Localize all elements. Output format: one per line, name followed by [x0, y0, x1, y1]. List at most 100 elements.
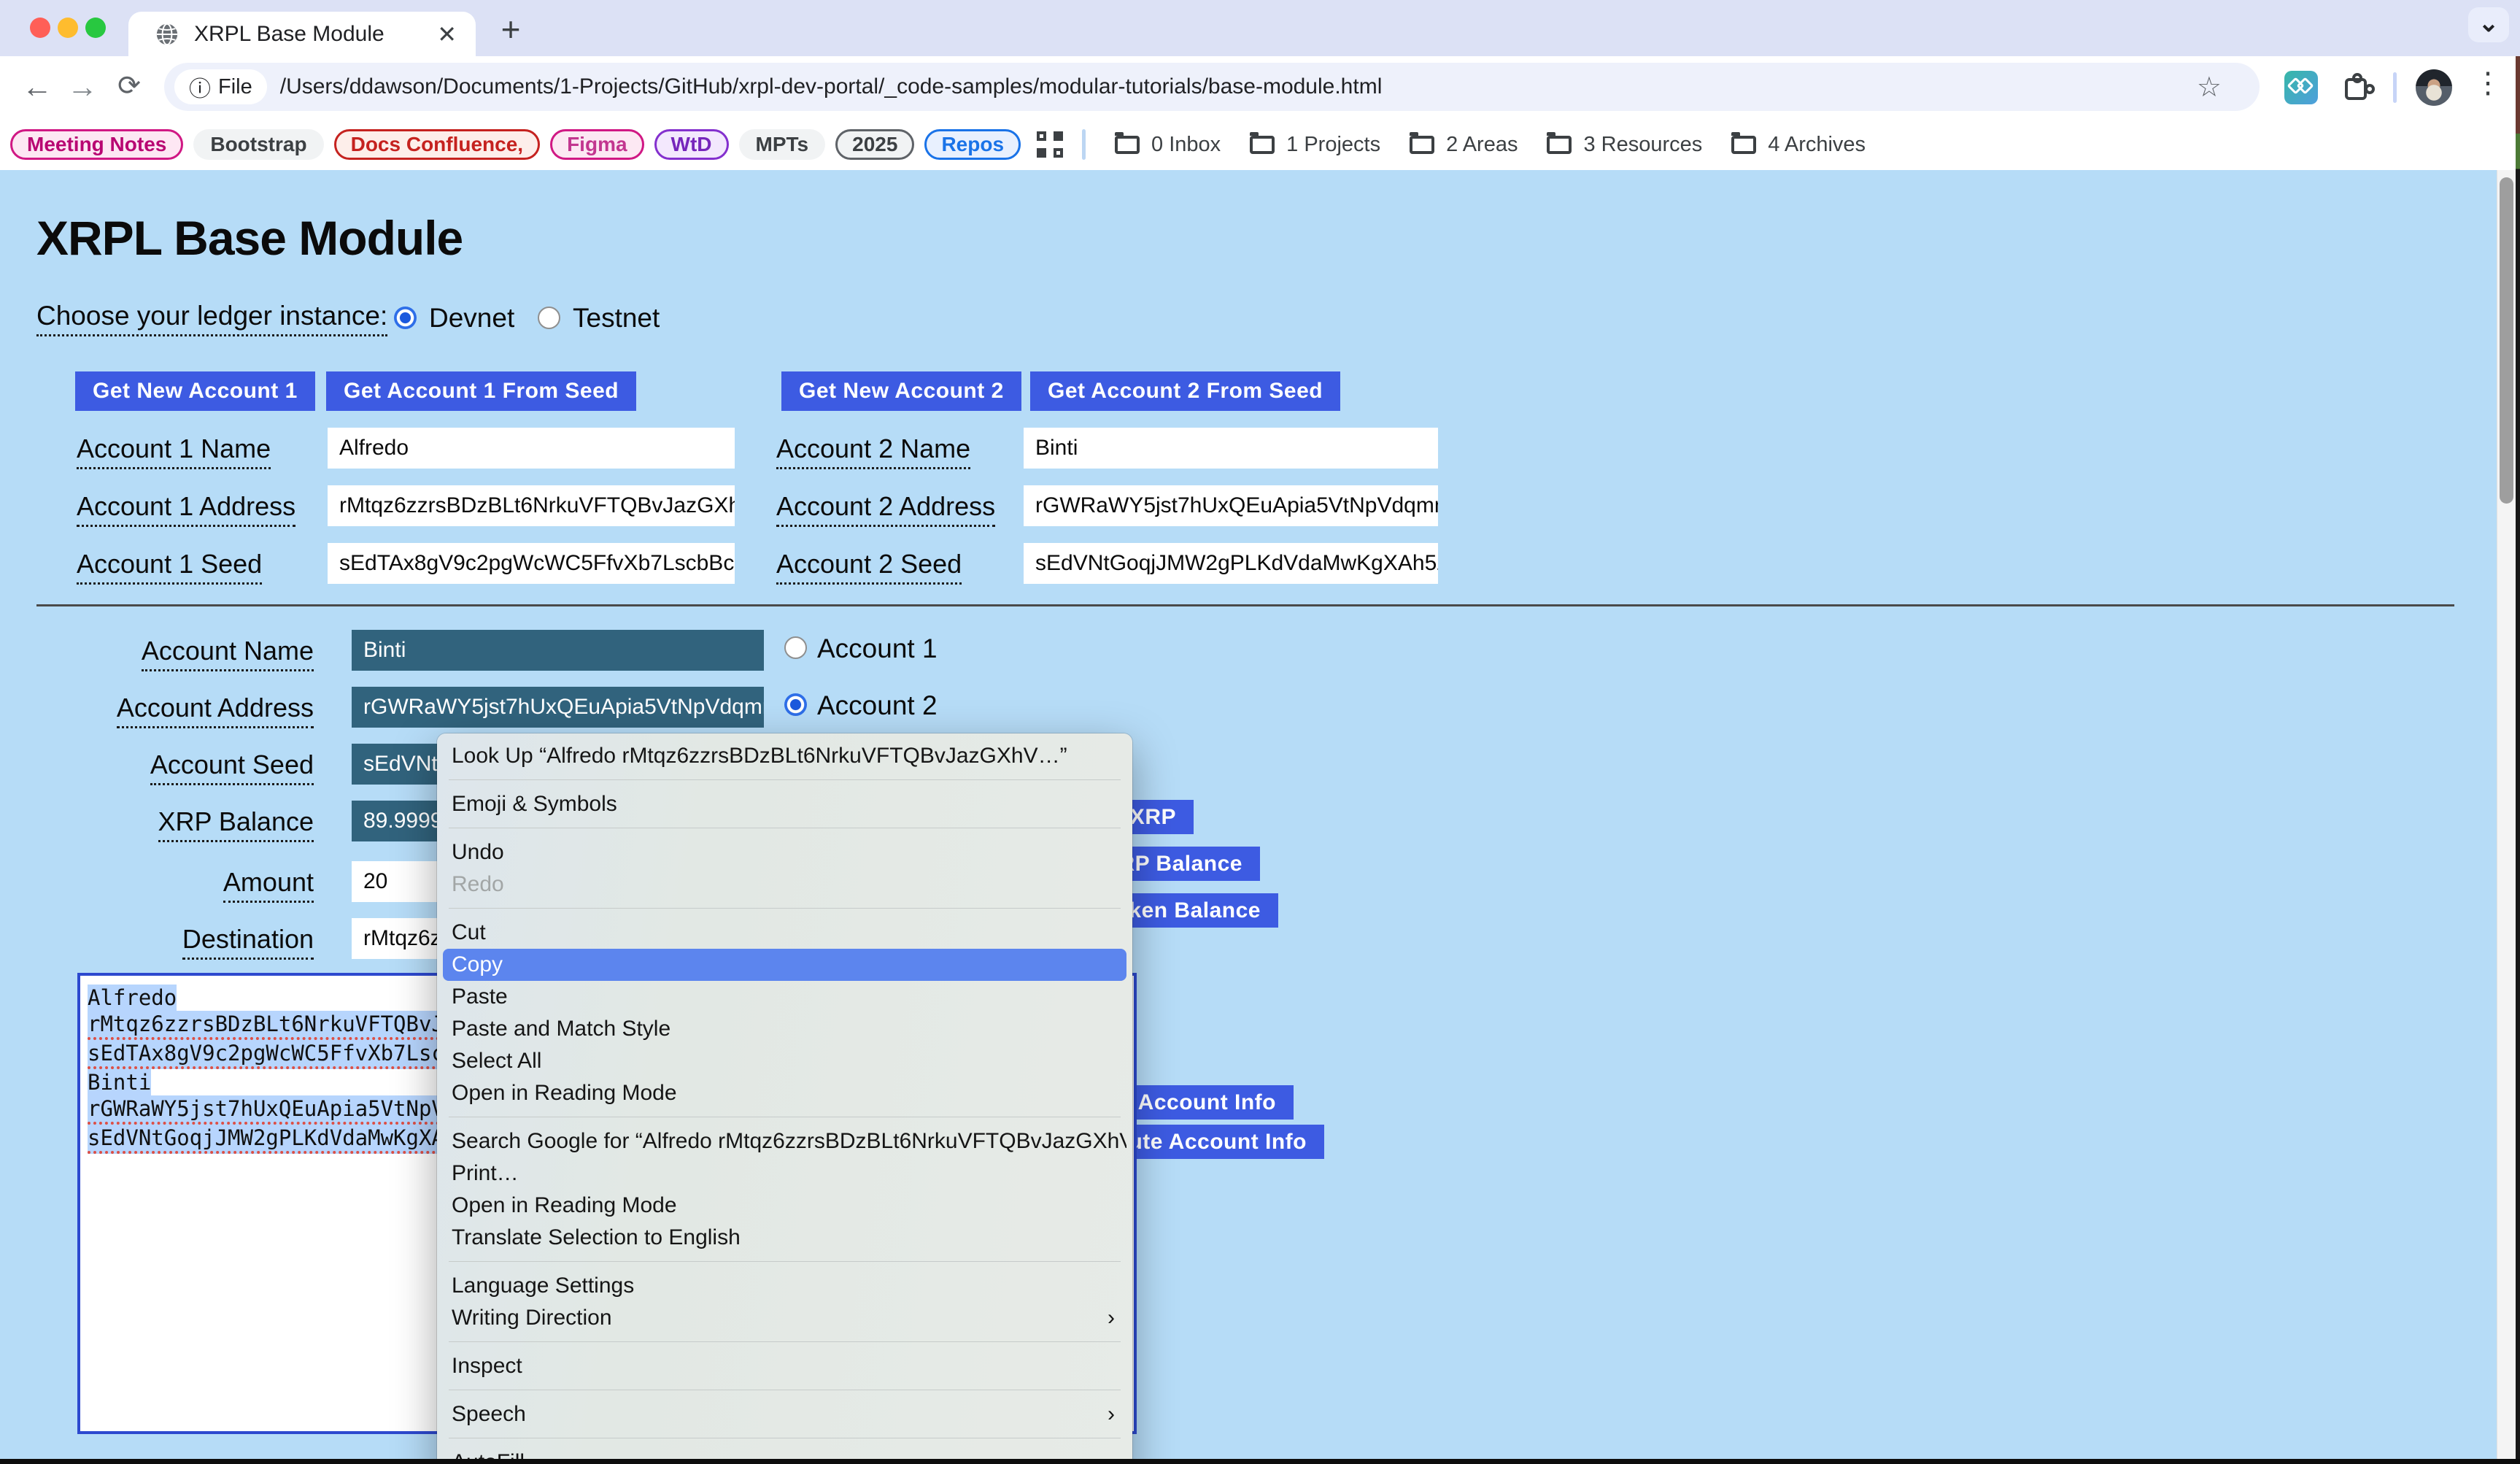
bookmark-folder-label: 4 Archives [1768, 133, 1866, 157]
radio-account-1-label: Account 1 [817, 633, 938, 664]
profile-avatar[interactable] [2416, 69, 2452, 106]
account-seed-input-2[interactable]: sEdVNtGoqjJMW2gPLKdVdaMwKgXAh5z [1024, 543, 1438, 584]
menu-item-language-settings[interactable]: Language Settings [443, 1270, 1126, 1302]
menu-item-translate-selection-to-english[interactable]: Translate Selection to English [443, 1222, 1126, 1254]
menu-item-open-in-reading-mode[interactable]: Open in Reading Mode [443, 1077, 1126, 1109]
account-name-field[interactable]: Binti [352, 630, 764, 671]
account-seed-input-1[interactable]: sEdTAx8gV9c2pgWcWC5FfvXb7LscbBc [328, 543, 735, 584]
selected-text: Alfredo [88, 985, 177, 1011]
amount-label: Amount [73, 867, 314, 898]
tab-title: XRPL Base Module [194, 22, 437, 47]
url-scheme-label: File [218, 75, 252, 99]
menu-item-print[interactable]: Print… [443, 1157, 1126, 1190]
account-address-input-2[interactable]: rGWRaWY5jst7hUxQEuApia5VtNpVdqmmvM [1024, 485, 1438, 526]
radio-account-2[interactable] [784, 693, 807, 716]
bookmark-pill[interactable]: Repos [924, 129, 1021, 160]
menu-item-copy[interactable]: Copy [443, 949, 1126, 981]
account-address-label-1: Account 1 Address [77, 491, 295, 522]
address-bar[interactable]: ⓘ File /Users/ddawson/Documents/1-Projec… [164, 63, 2260, 111]
menu-divider [449, 779, 1121, 780]
menu-item-writing-direction[interactable]: Writing Direction› [443, 1302, 1126, 1334]
page-title: XRPL Base Module [36, 210, 463, 266]
browser-tab[interactable]: XRPL Base Module ✕ [128, 12, 476, 56]
pinned-extension-icon[interactable] [2284, 71, 2318, 104]
tab-groups-grid-icon[interactable] [1037, 131, 1063, 158]
bookmark-folder-label: 2 Areas [1446, 133, 1518, 157]
reload-icon[interactable]: ⟳ [111, 69, 147, 102]
bookmark-folder[interactable]: 1 Projects [1250, 133, 1380, 157]
get-account-button[interactable]: Get New Account 1 [75, 371, 315, 411]
context-menu: Look Up “Alfredo rMtqz6zzrsBDzBLt6NrkuVF… [437, 733, 1132, 1464]
radio-account-1[interactable] [784, 636, 807, 659]
bookmark-pills: Meeting Notes Bootstrap Docs Confluence, Fi… [0, 129, 1021, 160]
radio-testnet-label: Testnet [573, 303, 660, 334]
radio-devnet[interactable] [394, 307, 417, 329]
account-name-input-1[interactable]: Alfredo [328, 428, 735, 469]
submenu-chevron-icon: › [1108, 1302, 1115, 1334]
folder-icon [1250, 136, 1275, 154]
browser-menu-icon[interactable]: ⋮ [2473, 66, 2502, 100]
screen-bottom-edge [0, 1459, 2520, 1464]
menu-divider [449, 1341, 1121, 1342]
bookmark-pill[interactable]: Figma [550, 129, 643, 160]
account-name-input-2[interactable]: Binti [1024, 428, 1438, 469]
bookmark-folder-label: 3 Resources [1583, 133, 1702, 157]
folder-icon [1410, 136, 1434, 154]
close-window-button[interactable] [30, 18, 50, 38]
account-address-field[interactable]: rGWRaWY5jst7hUxQEuApia5VtNpVdqmmvM [352, 687, 764, 728]
menu-item-undo[interactable]: Undo [443, 836, 1126, 868]
new-tab-button[interactable]: + [490, 10, 531, 51]
bookmark-pill[interactable]: MPTs [739, 129, 826, 160]
menu-item-open-in-reading-mode[interactable]: Open in Reading Mode [443, 1190, 1126, 1222]
bookmark-folder[interactable]: 2 Areas [1410, 133, 1518, 157]
tab-overflow-chevron-icon[interactable]: ⌄ [2468, 7, 2509, 42]
forward-icon[interactable]: → [64, 69, 101, 104]
radio-testnet[interactable] [538, 307, 560, 329]
background-window-sliver [2516, 56, 2520, 1464]
account-name-label: Account Name [73, 636, 314, 666]
bookmark-star-icon[interactable]: ☆ [2197, 71, 2222, 104]
scrollbar-thumb[interactable] [2500, 177, 2513, 504]
bookmark-pill[interactable]: 2025 [835, 129, 914, 160]
close-tab-icon[interactable]: ✕ [437, 20, 457, 48]
xrp-balance-label: XRP Balance [73, 806, 314, 837]
get-account-button[interactable]: Get Account 1 From Seed [326, 371, 636, 411]
menu-item-search-google-for-alfredo-rmtqz6zzrsbdzb[interactable]: Search Google for “Alfredo rMtqz6zzrsBDz… [443, 1125, 1126, 1157]
globe-favicon [155, 22, 179, 47]
bookmark-pill[interactable]: WtD [654, 129, 729, 160]
selected-text: sEdVNtGoqjJMW2gPLKdVdaMwKgXAh5z [88, 1125, 482, 1154]
url-text[interactable]: /Users/ddawson/Documents/1-Projects/GitH… [280, 74, 1383, 99]
menu-item-paste[interactable]: Paste [443, 981, 1126, 1013]
bookmark-pill[interactable]: Meeting Notes [10, 129, 183, 160]
account-address-label-2: Account 2 Address [776, 491, 995, 522]
minimize-window-button[interactable] [58, 18, 78, 38]
back-icon[interactable]: ← [19, 69, 55, 104]
menu-item-emoji-symbols[interactable]: Emoji & Symbols [443, 788, 1126, 820]
bookmarks-bar: Meeting Notes Bootstrap Docs Confluence, Fi… [0, 119, 2520, 170]
radio-account-2-label: Account 2 [817, 690, 938, 721]
menu-item-select-all[interactable]: Select All [443, 1045, 1126, 1077]
bookmark-pill[interactable]: Docs Confluence, [334, 129, 540, 160]
menu-item-speech[interactable]: Speech› [443, 1398, 1126, 1430]
get-account-button[interactable]: Get New Account 2 [781, 371, 1021, 411]
bookmark-pill[interactable]: Bootstrap [193, 129, 323, 160]
menu-item-look-up-alfredo-rmtqz6zzrsbdzblt6nrkuvft[interactable]: Look Up “Alfredo rMtqz6zzrsBDzBLt6NrkuVF… [443, 740, 1126, 772]
menu-divider [449, 1261, 1121, 1262]
bookmark-folder[interactable]: 0 Inbox [1115, 133, 1221, 157]
browser-toolbar: ← → ⟳ ⓘ File /Users/ddawson/Documents/1-… [0, 56, 2520, 119]
menu-divider [449, 908, 1121, 909]
menu-item-paste-and-match-style[interactable]: Paste and Match Style [443, 1013, 1126, 1045]
account-address-input-1[interactable]: rMtqz6zzrsBDzBLt6NrkuVFTQBvJazGXhV [328, 485, 735, 526]
zoom-window-button[interactable] [85, 18, 106, 38]
url-scheme-chip[interactable]: ⓘ File [174, 69, 267, 104]
menu-item-inspect[interactable]: Inspect [443, 1350, 1126, 1382]
get-account-button[interactable]: Get Account 2 From Seed [1030, 371, 1340, 411]
account-address-label: Account Address [73, 693, 314, 723]
extensions-puzzle-icon[interactable] [2342, 72, 2373, 103]
selected-text: Binti [88, 1069, 151, 1095]
bookmark-folder-label: 0 Inbox [1151, 133, 1221, 157]
menu-item-cut[interactable]: Cut [443, 917, 1126, 949]
bookmark-folder[interactable]: 4 Archives [1731, 133, 1866, 157]
page-scrollbar[interactable] [2497, 170, 2516, 1464]
bookmark-folder[interactable]: 3 Resources [1547, 133, 1702, 157]
